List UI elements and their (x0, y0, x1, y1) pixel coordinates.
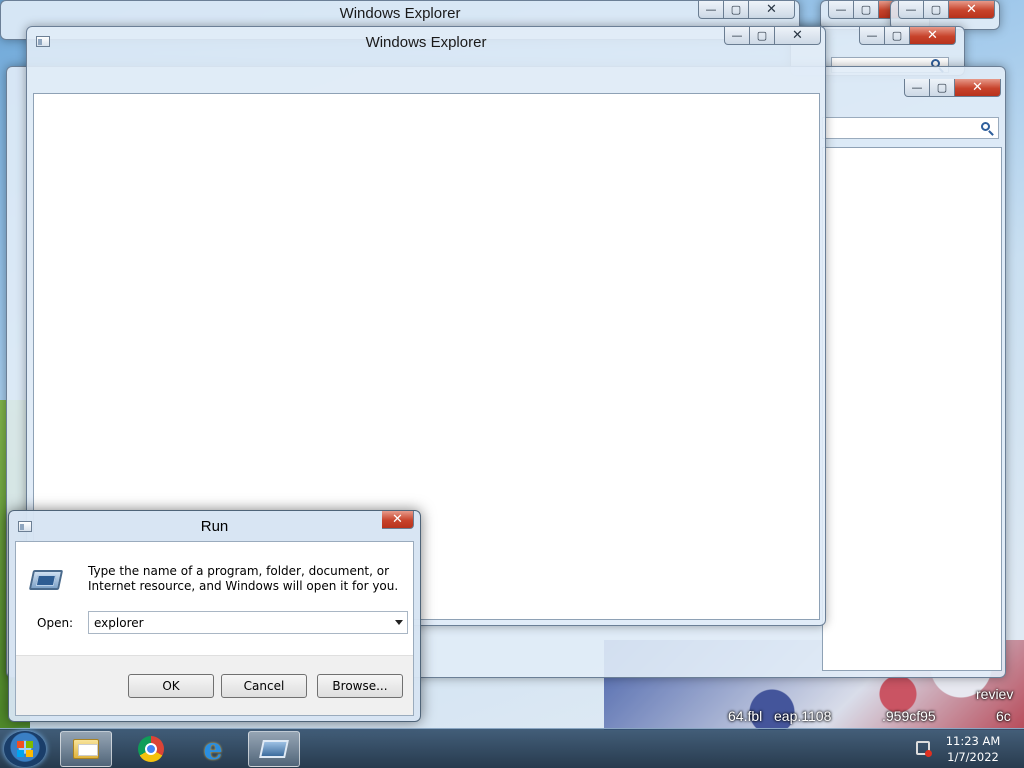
window-controls: — ▢ ✕ (698, 1, 795, 19)
run-description: Type the name of a program, folder, docu… (88, 564, 399, 593)
window-controls: — ▢ ✕ (724, 27, 821, 45)
window-title: Windows Explorer (339, 5, 461, 22)
run-dialog[interactable]: Run ✕ Type the name of a program, folder… (8, 510, 421, 722)
ok-button[interactable]: OK (128, 674, 214, 698)
action-center-flag-icon[interactable] (916, 741, 932, 757)
search-icon (981, 122, 990, 131)
clock-date: 1/7/2022 (947, 750, 999, 764)
desktop-text-fragment: 6c (996, 708, 1011, 724)
run-dialog-body: Type the name of a program, folder, docu… (15, 541, 414, 716)
close-button[interactable]: ✕ (910, 27, 956, 45)
desktop-text-fragment: 64.fbl (728, 708, 763, 724)
open-input[interactable] (89, 612, 379, 633)
maximize-button[interactable]: ▢ (854, 1, 879, 19)
run-dialog-title: Run (200, 518, 229, 535)
maximize-icon: ▢ (730, 3, 742, 16)
open-combobox[interactable] (88, 611, 408, 634)
close-button[interactable]: ✕ (955, 79, 1001, 97)
close-button[interactable]: ✕ (749, 1, 795, 19)
chrome-icon (138, 736, 164, 762)
run-icon (259, 740, 289, 758)
minimize-button[interactable]: — (828, 1, 854, 19)
maximize-icon: ▢ (860, 3, 872, 16)
browse-button[interactable]: Browse... (317, 674, 403, 698)
maximize-icon: ▢ (936, 81, 948, 94)
search-input[interactable] (822, 117, 999, 139)
taskbar-item-google-chrome[interactable] (125, 731, 177, 767)
minimize-icon: — (731, 29, 743, 42)
close-icon: ✕ (972, 80, 983, 95)
close-icon: ✕ (766, 2, 777, 17)
taskbar-item-run[interactable] (248, 731, 300, 767)
explorer-content-pane[interactable] (822, 147, 1002, 671)
maximize-button[interactable]: ▢ (750, 27, 775, 45)
taskbar-item-windows-explorer[interactable] (60, 731, 112, 767)
taskbar-item-internet-explorer[interactable]: e (187, 731, 239, 767)
clock-time: 11:23 AM (945, 734, 1001, 748)
taskbar: e 11:23 AM 1/7/2022 (0, 728, 1024, 768)
maximize-button[interactable]: ▢ (924, 1, 949, 19)
close-icon: ✕ (966, 2, 977, 17)
window-controls: — ▢ ✕ (904, 79, 1001, 97)
minimize-button[interactable]: — (724, 27, 750, 45)
open-label: Open: (37, 616, 74, 630)
desktop-text-fragment: eap.1108 (774, 708, 832, 724)
cancel-button[interactable]: Cancel (221, 674, 307, 698)
minimize-icon: — (705, 3, 717, 16)
maximize-icon: ▢ (891, 29, 903, 42)
close-button[interactable]: ✕ (775, 27, 821, 45)
minimize-icon: — (905, 3, 917, 16)
dropdown-arrow-icon[interactable] (395, 620, 403, 625)
minimize-icon: — (911, 81, 923, 94)
maximize-icon: ▢ (930, 3, 942, 16)
window-title: Windows Explorer (365, 34, 487, 51)
desktop-text-fragment: reviev (976, 686, 1014, 702)
start-button[interactable] (4, 731, 46, 767)
maximize-button[interactable]: ▢ (724, 1, 749, 19)
maximize-button[interactable]: ▢ (930, 79, 955, 97)
maximize-button[interactable]: ▢ (885, 27, 910, 45)
minimize-button[interactable]: — (859, 27, 885, 45)
window-controls: — ▢ ✕ (859, 27, 956, 45)
close-icon: ✕ (792, 28, 803, 43)
ie-icon: e (203, 731, 223, 767)
close-icon: ✕ (927, 28, 938, 43)
minimize-button[interactable]: — (904, 79, 930, 97)
close-icon: ✕ (392, 512, 403, 527)
folder-icon (73, 739, 99, 759)
minimize-button[interactable]: — (698, 1, 724, 19)
minimize-icon: — (835, 3, 847, 16)
minimize-button[interactable]: — (898, 1, 924, 19)
run-icon (28, 570, 64, 590)
close-button[interactable]: ✕ (949, 1, 995, 19)
maximize-icon: ▢ (756, 29, 768, 42)
close-button[interactable]: ✕ (382, 511, 414, 529)
minimize-icon: — (866, 29, 878, 42)
window-controls: — ▢ ✕ (898, 1, 995, 19)
taskbar-clock[interactable]: 11:23 AM 1/7/2022 (936, 733, 1010, 765)
desktop-text-fragment: .959cf95 (882, 708, 936, 724)
